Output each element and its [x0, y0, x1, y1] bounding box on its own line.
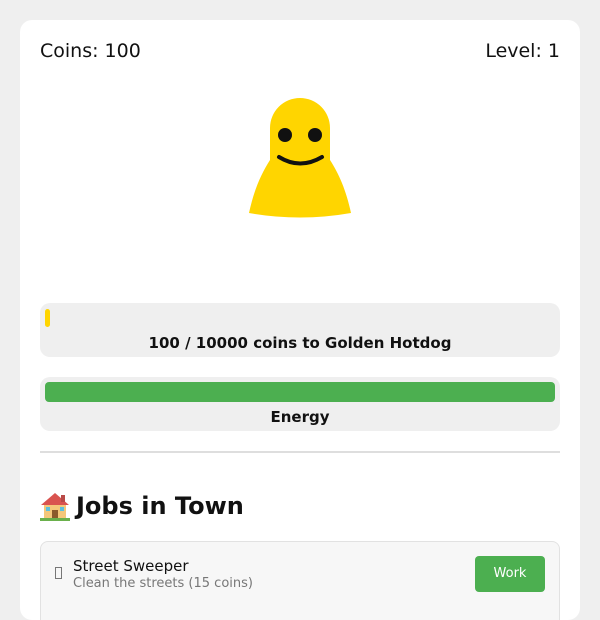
- smiley-character-icon: [249, 98, 351, 218]
- job-name: Street Sweeper: [73, 557, 189, 575]
- goal-progress-fill: [45, 309, 50, 327]
- house-icon: [40, 491, 70, 521]
- section-divider: [40, 451, 560, 453]
- coins-counter: Coins: 100: [40, 40, 141, 62]
- character[interactable]: [247, 98, 353, 220]
- jobs-section-label: Jobs in Town: [76, 492, 244, 520]
- job-description: Clean the streets (15 coins): [73, 576, 253, 591]
- golden-hotdog-progress: 100 / 10000 coins to Golden Hotdog: [40, 303, 560, 357]
- job-card-street-sweeper: Street Sweeper Clean the streets (15 coi…: [40, 541, 560, 620]
- level-indicator: Level: 1: [485, 40, 560, 62]
- goal-progress-label: 100 / 10000 coins to Golden Hotdog: [148, 334, 452, 352]
- work-button[interactable]: Work: [475, 556, 545, 592]
- energy-bar-fill: [45, 382, 555, 402]
- jobs-section-title: Jobs in Town: [40, 490, 244, 522]
- energy-meter: Energy: [40, 377, 560, 431]
- game-card: Coins: 100 Level: 1 100 / 10000 coins to…: [20, 20, 580, 620]
- energy-label: Energy: [270, 408, 330, 426]
- broom-icon: [55, 567, 62, 579]
